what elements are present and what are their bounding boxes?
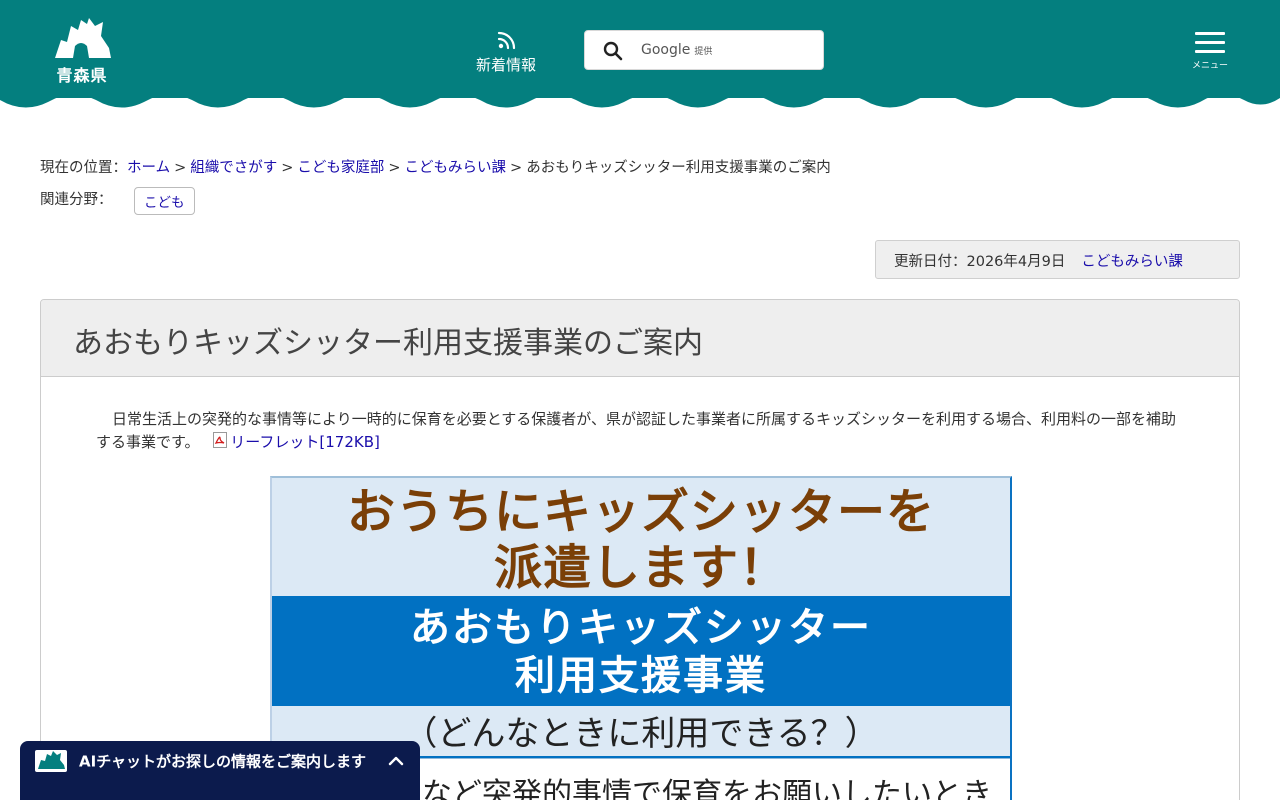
update-date: 更新日付：2026年4月9日 bbox=[894, 254, 1066, 270]
flyer-headline: おうちにキッズシッターを 派遣します！ bbox=[272, 478, 1010, 596]
breadcrumb-separator: > bbox=[174, 160, 187, 176]
search-provider-suffix: 提供 bbox=[694, 47, 713, 57]
flyer-program-line1: あおもりキッズシッター bbox=[410, 605, 872, 651]
article: あおもりキッズシッター利用支援事業のご案内 日常生活上の突発的な事情等により一時… bbox=[40, 299, 1240, 800]
flyer-program-line2: 利用支援事業 bbox=[515, 653, 767, 699]
flyer-program-band: あおもりキッズシッター 利用支援事業 bbox=[272, 596, 1010, 706]
related-fields-label: 関連分野： bbox=[40, 192, 113, 208]
update-info: 更新日付：2026年4月9日 こどもみらい課 bbox=[875, 240, 1240, 279]
search-icon[interactable] bbox=[603, 41, 623, 61]
site-header: 青森県 新着情報 Google 提供 メニュー bbox=[0, 0, 1280, 98]
pdf-icon bbox=[213, 432, 228, 448]
chat-logo-icon bbox=[35, 750, 67, 772]
chevron-up-icon[interactable] bbox=[386, 751, 406, 771]
ai-chat-widget[interactable]: AIチャットがお探しの情報をご案内します bbox=[20, 741, 420, 800]
article-header: あおもりキッズシッター利用支援事業のご案内 bbox=[41, 300, 1239, 377]
breadcrumb: 現在の位置：ホーム > 組織でさがす > こども家庭部 > こどもみらい課 > あおもりキッズシ… bbox=[40, 160, 831, 176]
breadcrumb-prefix: 現在の位置： bbox=[40, 160, 127, 176]
hamburger-icon bbox=[1195, 32, 1225, 35]
search-provider: Google 提供 bbox=[641, 42, 712, 58]
related-fields: 関連分野： こども bbox=[40, 187, 195, 215]
department-link[interactable]: こどもみらい課 bbox=[1081, 254, 1183, 270]
breadcrumb-department[interactable]: こども家庭部 bbox=[297, 160, 384, 176]
site-logo[interactable]: 青森県 bbox=[48, 18, 116, 85]
ai-chat-label: AIチャットがお探しの情報をご案内します bbox=[79, 752, 367, 771]
flyer-usage-text: など突発的事情で保育をお願いしたいとき bbox=[422, 777, 992, 800]
rss-icon bbox=[497, 31, 516, 50]
page-title: あおもりキッズシッター利用支援事業のご案内 bbox=[73, 326, 703, 361]
logo-text: 青森県 bbox=[56, 66, 108, 85]
search-provider-name: Google bbox=[641, 42, 691, 58]
related-tag-kodomo[interactable]: こども bbox=[134, 187, 195, 215]
leaflet-pdf-link[interactable]: リーフレット[172KB] bbox=[230, 433, 380, 451]
aomori-prefecture-logo-icon bbox=[55, 18, 111, 58]
search-box[interactable]: Google 提供 bbox=[584, 30, 824, 70]
breadcrumb-division[interactable]: こどもみらい課 bbox=[405, 160, 507, 176]
breadcrumb-organization[interactable]: 組織でさがす bbox=[190, 160, 277, 176]
breadcrumb-home[interactable]: ホーム bbox=[127, 160, 170, 176]
flyer-headline-line2: 派遣します！ bbox=[493, 540, 788, 596]
news-label: 新着情報 bbox=[475, 56, 536, 74]
menu-label: メニュー bbox=[1191, 61, 1228, 71]
intro-paragraph: 日常生活上の突発的な事情等により一時的に保育を必要とする保護者が、県が認証した事… bbox=[96, 408, 1176, 454]
header-wave-divider bbox=[0, 90, 1280, 108]
news-link[interactable]: 新着情報 bbox=[466, 30, 546, 75]
breadcrumb-current: あおもりキッズシッター利用支援事業のご案内 bbox=[526, 160, 831, 176]
flyer-headline-line1: おうちにキッズシッターを bbox=[346, 484, 935, 540]
ai-chat-bar[interactable]: AIチャットがお探しの情報をご案内します bbox=[20, 741, 420, 782]
menu-button[interactable]: メニュー bbox=[1186, 32, 1234, 71]
